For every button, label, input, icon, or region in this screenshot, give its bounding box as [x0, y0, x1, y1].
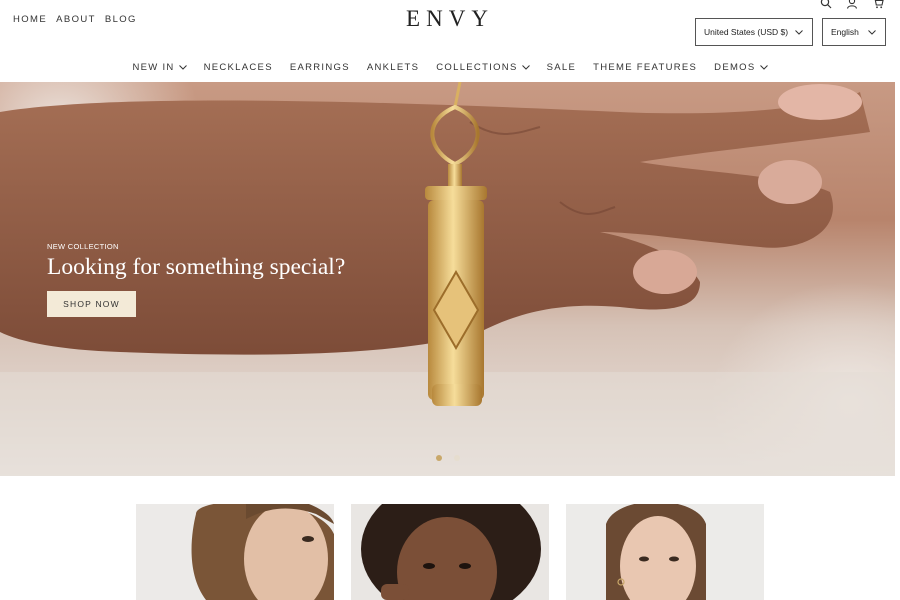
nav-label: THEME FEATURES: [593, 62, 698, 73]
language-selector[interactable]: English: [822, 18, 886, 46]
currency-selector[interactable]: United States (USD $): [695, 18, 813, 46]
hero-slideshow[interactable]: NEW COLLECTION Looking for something spe…: [0, 82, 895, 476]
nav-label: DEMOS: [714, 62, 756, 73]
collection-card-1[interactable]: [136, 504, 334, 600]
slide-dot-1[interactable]: [436, 455, 442, 461]
header-icons: [820, 0, 884, 9]
nav-item-demos[interactable]: DEMOS: [714, 62, 768, 73]
cart-icon[interactable]: [872, 0, 884, 9]
collection-card-3[interactable]: [566, 504, 764, 600]
nav-label: ANKLETS: [366, 62, 420, 73]
nav-label: SALE: [546, 62, 577, 73]
nav-label: NECKLACES: [203, 62, 273, 73]
model-image-1: [136, 504, 334, 600]
hero-heading: Looking for something special?: [47, 254, 346, 280]
nav-label: NEW IN: [132, 62, 175, 73]
nav-item-earrings[interactable]: EARRINGS: [290, 62, 350, 73]
chevron-down-icon: [795, 29, 803, 35]
chevron-down-icon: [521, 65, 530, 70]
model-image-3: [566, 504, 764, 600]
nav-label: EARRINGS: [289, 62, 350, 73]
nav-item-new-in[interactable]: NEW IN: [132, 62, 187, 73]
account-icon[interactable]: [846, 0, 858, 9]
nav-item-anklets[interactable]: ANKLETS: [367, 62, 419, 73]
nav-item-sale[interactable]: SALE: [547, 62, 577, 73]
currency-label: United States (USD $): [704, 27, 789, 37]
language-label: English: [831, 27, 859, 37]
hero-eyebrow: NEW COLLECTION: [47, 242, 119, 251]
nav-label: COLLECTIONS: [436, 62, 518, 73]
chevron-down-icon: [759, 65, 768, 70]
model-image-2: [351, 504, 549, 600]
shop-now-button[interactable]: SHOP NOW: [47, 291, 136, 317]
nav-item-necklaces[interactable]: NECKLACES: [204, 62, 273, 73]
chevron-down-icon: [868, 29, 876, 35]
main-nav: NEW IN NECKLACES EARRINGS ANKLETS COLLEC…: [0, 62, 900, 73]
search-icon[interactable]: [820, 0, 832, 9]
chevron-down-icon: [178, 65, 187, 70]
slide-dot-2[interactable]: [454, 455, 460, 461]
nav-item-theme-features[interactable]: THEME FEATURES: [593, 62, 697, 73]
slide-dots: [436, 455, 460, 461]
collection-card-2[interactable]: [351, 504, 549, 600]
nav-item-collections[interactable]: COLLECTIONS: [436, 62, 530, 73]
